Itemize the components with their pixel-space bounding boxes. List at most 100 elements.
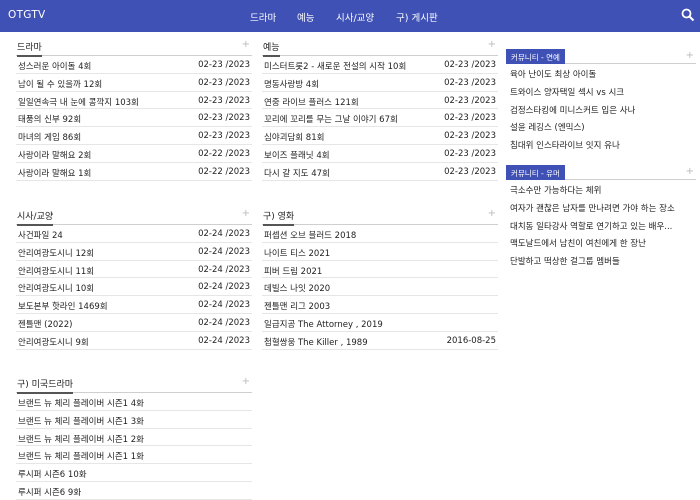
nav-current-affairs[interactable]: 시사/교양	[336, 10, 374, 24]
panel-title[interactable]: 예능	[263, 40, 280, 57]
list-item[interactable]: 젠틀맨 리그 2003	[262, 296, 498, 314]
panel-title[interactable]: 시사/교양	[17, 209, 54, 226]
list-item[interactable]: 성스러운 아이돌 4회 02-23 /2023	[16, 56, 252, 74]
item-title[interactable]: 마녀의 게임 86회	[18, 131, 81, 143]
list-item[interactable]: 여자가 괜찮은 남자를 만나려면 가야 하는 장소	[506, 198, 696, 216]
side-title[interactable]: 커뮤니티 - 유머	[506, 165, 565, 180]
more-icon[interactable]: +	[242, 376, 250, 387]
item-title[interactable]: 단발하고 떡상한 걸그룹 멤버들	[510, 255, 620, 267]
list-item[interactable]: 사건파일 24 02-24 /2023	[16, 225, 252, 243]
item-title[interactable]: 대치동 일타강사 역할로 연기하고 있는 배우...	[510, 220, 672, 232]
list-item[interactable]: 극소수만 가능하다는 체위	[506, 180, 696, 198]
item-title[interactable]: 일급지공 The Attorney , 2019	[264, 318, 383, 330]
list-item[interactable]: 설윤 레깅스 (엔믹스)	[506, 117, 696, 135]
item-title[interactable]: 꼬리에 꼬리를 무는 그날 이야기 67회	[264, 113, 398, 125]
item-title[interactable]: 브랜드 뉴 체리 플레이버 시즌1 3화	[18, 415, 144, 427]
item-title[interactable]: 성스러운 아이돌 4회	[18, 60, 91, 72]
item-title[interactable]: 사건파일 24	[18, 229, 63, 241]
item-title[interactable]: 브랜드 뉴 체리 플레이버 시즌1 1화	[18, 450, 144, 462]
item-title[interactable]: 안리여광도시니 12회	[18, 247, 94, 259]
item-title[interactable]: 남이 될 수 있을까 12회	[18, 78, 102, 90]
item-title[interactable]: 설윤 레깅스 (엔믹스)	[510, 121, 585, 133]
list-item[interactable]: 남이 될 수 있을까 12회 02-23 /2023	[16, 74, 252, 92]
list-item[interactable]: 일급지공 The Attorney , 2019	[262, 314, 498, 332]
item-title[interactable]: 사랑이라 말해요 1회	[18, 167, 91, 179]
item-title[interactable]: 나이트 티스 2021	[264, 247, 330, 259]
list-item[interactable]: 사랑이라 말해요 1회 02-22 /2023	[16, 163, 252, 181]
list-item[interactable]: 루시퍼 시즌6 10화	[16, 464, 252, 482]
list-item[interactable]: 젠틀맨 (2022) 02-24 /2023	[16, 314, 252, 332]
list-item[interactable]: 육아 난이도 최상 아이돌	[506, 64, 696, 82]
item-title[interactable]: 브랜드 뉴 체리 플레이버 시즌1 2화	[18, 433, 144, 445]
list-item[interactable]: 안리여광도시니 10회 02-24 /2023	[16, 278, 252, 297]
list-item[interactable]: 안리여광도시니 11회 02-24 /2023	[16, 261, 252, 279]
list-item[interactable]: 보이즈 플래닛 4회 02-23 /2023	[262, 145, 498, 163]
list-item[interactable]: 보도본부 핫라인 1469회 02-24 /2023	[16, 296, 252, 314]
item-title[interactable]: 퍼셉션 오브 블러드 2018	[264, 229, 356, 241]
item-title[interactable]: 젠틀맨 (2022)	[18, 318, 72, 330]
list-item[interactable]: 브랜드 뉴 체리 플레이버 시즌1 3화	[16, 411, 252, 429]
list-item[interactable]: 꼬리에 꼬리를 무는 그날 이야기 67회 02-23 /2023	[262, 109, 498, 128]
list-item[interactable]: 데빌스 나잇 2020	[262, 278, 498, 297]
item-title[interactable]: 트와이스 양자택일 섹시 vs 시크	[510, 86, 624, 98]
list-item[interactable]: 침대위 인스타라이브 잇지 유나	[506, 135, 696, 153]
list-item[interactable]: 맥도날드에서 남친이 여친에게 한 장난	[506, 233, 696, 251]
list-item[interactable]: 연중 라이브 플러스 121회 02-23 /2023	[262, 92, 498, 110]
item-title[interactable]: 육아 난이도 최상 아이돌	[510, 68, 596, 80]
list-item[interactable]: 일일연속극 내 눈에 콩깍지 103회 02-23 /2023	[16, 92, 252, 110]
item-title[interactable]: 미스터트롯2 - 새로운 전설의 시작 10회	[264, 60, 406, 72]
search-icon[interactable]	[681, 8, 695, 22]
item-title[interactable]: 연중 라이브 플러스 121회	[264, 96, 359, 108]
more-icon[interactable]: +	[686, 166, 694, 177]
nav-drama[interactable]: 드라마	[250, 10, 276, 24]
more-icon[interactable]: +	[488, 39, 496, 50]
more-icon[interactable]: +	[488, 208, 496, 219]
item-title[interactable]: 극소수만 가능하다는 체위	[510, 184, 601, 196]
item-title[interactable]: 일일연속극 내 눈에 콩깍지 103회	[18, 96, 139, 108]
list-item[interactable]: 피버 드림 2021	[262, 261, 498, 279]
item-title[interactable]: 루시퍼 시즌6 10화	[18, 468, 87, 480]
list-item[interactable]: 브랜드 뉴 체리 플레이버 시즌1 4화	[16, 393, 252, 411]
site-logo[interactable]: OTGTV	[8, 9, 46, 21]
item-title[interactable]: 안리여광도시니 11회	[18, 265, 94, 277]
more-icon[interactable]: +	[242, 208, 250, 219]
list-item[interactable]: 안리여광도시니 9회 02-24 /2023	[16, 332, 252, 350]
list-item[interactable]: 단발하고 떡상한 걸그룹 멤버들	[506, 251, 696, 269]
list-item[interactable]: 명동사랑방 4회 02-23 /2023	[262, 74, 498, 92]
item-title[interactable]: 태풍의 신부 92회	[18, 113, 81, 125]
list-item[interactable]: 루시퍼 시즌6 9화	[16, 482, 252, 500]
list-item[interactable]: 심야괴담회 81회 02-23 /2023	[262, 127, 498, 145]
item-title[interactable]: 보도본부 핫라인 1469회	[18, 300, 108, 312]
item-title[interactable]: 맥도날드에서 남친이 여친에게 한 장난	[510, 237, 646, 249]
nav-variety[interactable]: 예능	[297, 10, 314, 24]
item-title[interactable]: 안리여광도시니 9회	[18, 336, 89, 348]
item-title[interactable]: 여자가 괜찮은 남자를 만나려면 가야 하는 장소	[510, 202, 675, 214]
item-title[interactable]: 피버 드림 2021	[264, 265, 322, 277]
item-title[interactable]: 명동사랑방 4회	[264, 78, 319, 90]
item-title[interactable]: 데빌스 나잇 2020	[264, 282, 330, 294]
item-title[interactable]: 사랑이라 말해요 2회	[18, 149, 91, 161]
item-title[interactable]: 다시 갈 지도 47회	[264, 167, 330, 179]
list-item[interactable]: 다시 갈 지도 47회 02-23 /2023	[262, 163, 498, 181]
item-title[interactable]: 보이즈 플래닛 4회	[264, 149, 330, 161]
list-item[interactable]: 나이트 티스 2021	[262, 243, 498, 261]
item-title[interactable]: 검정스타킹에 미니스커트 입은 사나	[510, 104, 635, 116]
list-item[interactable]: 태풍의 신부 92회 02-23 /2023	[16, 109, 252, 128]
list-item[interactable]: 브랜드 뉴 체리 플레이버 시즌1 1화	[16, 446, 252, 465]
list-item[interactable]: 사랑이라 말해요 2회 02-22 /2023	[16, 145, 252, 163]
item-title[interactable]: 심야괴담회 81회	[264, 131, 324, 143]
list-item[interactable]: 첩혈쌍웅 The Killer , 1989 2016-08-25	[262, 332, 498, 350]
more-icon[interactable]: +	[686, 50, 694, 61]
item-title[interactable]: 첩혈쌍웅 The Killer , 1989	[264, 336, 368, 348]
side-title[interactable]: 커뮤니티 - 연예	[506, 49, 565, 64]
list-item[interactable]: 마녀의 게임 86회 02-23 /2023	[16, 127, 252, 145]
panel-title[interactable]: 구) 미국드라마	[17, 377, 74, 394]
list-item[interactable]: 대치동 일타강사 역할로 연기하고 있는 배우...	[506, 216, 696, 234]
item-title[interactable]: 브랜드 뉴 체리 플레이버 시즌1 4화	[18, 397, 144, 409]
nav-old-board[interactable]: 구) 게시판	[396, 10, 438, 24]
item-title[interactable]: 루시퍼 시즌6 9화	[18, 486, 81, 498]
list-item[interactable]: 안리여광도시니 12회 02-24 /2023	[16, 243, 252, 261]
item-title[interactable]: 침대위 인스타라이브 잇지 유나	[510, 139, 620, 151]
item-title[interactable]: 젠틀맨 리그 2003	[264, 300, 330, 312]
list-item[interactable]: 검정스타킹에 미니스커트 입은 사나	[506, 100, 696, 118]
